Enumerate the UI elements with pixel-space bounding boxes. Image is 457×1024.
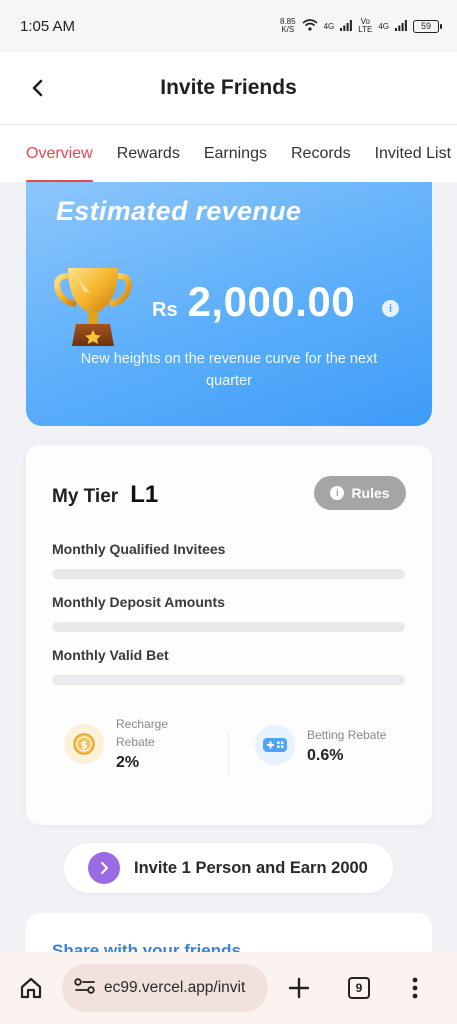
- browser-toolbar: ec99.vercel.app/invit 9: [0, 952, 457, 1024]
- coin-icon: $: [64, 723, 104, 764]
- app-header: Invite Friends: [0, 52, 457, 124]
- home-button[interactable]: [14, 971, 48, 1005]
- revenue-amount-row: Rs 2,000.00: [152, 278, 355, 326]
- currency-label: Rs: [152, 299, 178, 321]
- revenue-subtitle: New heights on the revenue curve for the…: [80, 351, 378, 389]
- recharge-rebate-label-1: Recharge: [116, 717, 169, 731]
- betting-rebate: Betting Rebate 0.6%: [255, 725, 386, 765]
- rules-button[interactable]: i Rules: [314, 476, 406, 510]
- signal-icon-2: [395, 19, 407, 33]
- network-label-4g: 4G: [323, 21, 335, 31]
- svg-text:$: $: [80, 738, 88, 751]
- estimated-revenue-card: Estimated revenue Rs 2,000.00 i New heig…: [26, 182, 432, 426]
- menu-button[interactable]: [400, 971, 430, 1005]
- tab-invited-list[interactable]: Invited List: [363, 125, 457, 182]
- tab-earnings[interactable]: Earnings: [192, 125, 279, 182]
- battery-icon: 59: [413, 19, 442, 33]
- metric-progress-bar: [52, 675, 405, 685]
- betting-rebate-label: Betting Rebate: [307, 727, 387, 742]
- info-icon[interactable]: i: [382, 300, 399, 317]
- recharge-rebate-label-2: Rebate: [116, 735, 155, 749]
- tier-level: L1: [130, 481, 159, 508]
- metric-deposit-amounts: Monthly Deposit Amounts: [52, 594, 405, 632]
- recharge-rebate: $ Recharge Rebate 2%: [64, 715, 168, 772]
- invite-label: Invite 1 Person and Earn 2000: [134, 858, 368, 877]
- my-tier-card: My Tier L1 i Rules Monthly Qualified Inv…: [26, 445, 432, 825]
- metric-qualified-invitees: Monthly Qualified Invitees: [52, 541, 405, 579]
- back-button[interactable]: [22, 72, 54, 104]
- plus-icon: [288, 977, 310, 999]
- tab-overview[interactable]: Overview: [0, 125, 105, 182]
- new-tab-button[interactable]: [282, 971, 316, 1005]
- gamepad-icon: [255, 725, 295, 765]
- recharge-rebate-value: 2%: [116, 754, 140, 771]
- rebate-divider: [228, 733, 229, 775]
- revenue-title: Estimated revenue: [56, 196, 302, 226]
- metric-label: Monthly Qualified Invitees: [52, 541, 226, 557]
- metric-progress-bar: [52, 569, 405, 579]
- rules-label: Rules: [351, 485, 390, 501]
- tab-records[interactable]: Records: [279, 125, 363, 182]
- wifi-icon: [302, 19, 318, 33]
- volte-label: Vo LTE: [358, 17, 373, 34]
- page-title: Invite Friends: [160, 76, 297, 99]
- home-icon: [20, 977, 42, 999]
- address-bar[interactable]: ec99.vercel.app/invit: [62, 964, 268, 1012]
- more-vertical-icon: [412, 977, 418, 999]
- tab-switcher-button[interactable]: 9: [342, 971, 376, 1005]
- site-settings-icon[interactable]: [74, 977, 96, 1000]
- url-text: ec99.vercel.app/invit: [104, 979, 246, 996]
- network-label-4g-2: 4G: [378, 21, 389, 31]
- metric-progress-bar: [52, 622, 405, 632]
- signal-icon: [340, 19, 353, 33]
- revenue-amount: 2,000.00: [187, 278, 356, 325]
- info-icon: i: [330, 486, 345, 500]
- tier-heading: My Tier L1: [52, 481, 158, 509]
- tab-bar: Overview Rewards Earnings Records Invite…: [0, 124, 457, 182]
- status-time: 1:05 AM: [20, 17, 76, 35]
- tier-label: My Tier: [52, 486, 119, 507]
- tab-rewards[interactable]: Rewards: [105, 125, 192, 182]
- net-speed: 8.85 K/S: [280, 18, 296, 34]
- trophy-icon: [54, 262, 132, 348]
- status-bar: 1:05 AM 8.85 K/S 4G Vo LTE 4G 59: [0, 0, 457, 52]
- chevron-left-icon: [32, 79, 43, 97]
- tab-count: 9: [348, 977, 370, 999]
- metric-valid-bet: Monthly Valid Bet: [52, 647, 405, 685]
- metric-label: Monthly Valid Bet: [52, 647, 169, 663]
- status-icons: 8.85 K/S 4G Vo LTE 4G 59: [280, 17, 442, 34]
- betting-rebate-value: 0.6%: [307, 746, 344, 764]
- chevron-right-icon: [88, 852, 120, 884]
- invite-button[interactable]: Invite 1 Person and Earn 2000: [64, 843, 393, 893]
- metric-label: Monthly Deposit Amounts: [52, 594, 225, 610]
- net-speed-unit: K/S: [281, 25, 295, 34]
